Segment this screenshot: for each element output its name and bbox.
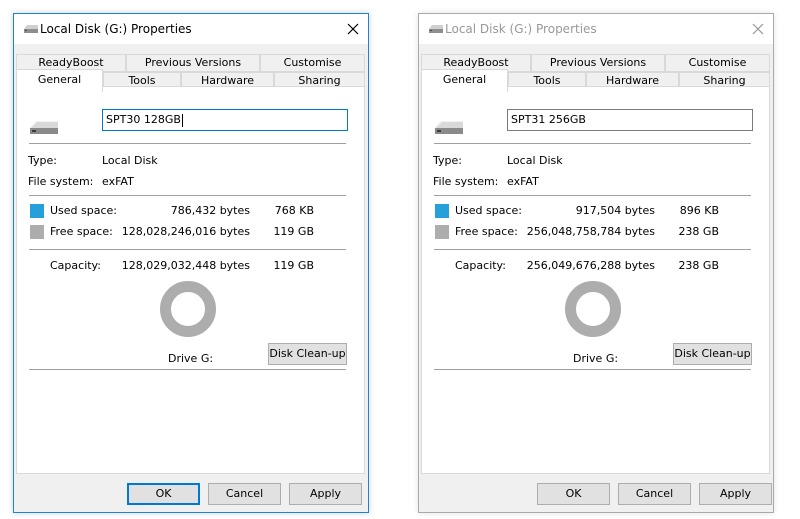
type-value: Local Disk <box>507 154 563 167</box>
drive-icon <box>429 25 443 33</box>
used-space-label: Used space: <box>50 204 118 217</box>
close-icon <box>347 23 359 35</box>
volume-label-input[interactable]: SPT31 256GB <box>507 109 753 131</box>
free-space-label: Free space: <box>50 225 113 238</box>
separator <box>29 195 346 196</box>
disk-usage-donut-chart <box>160 281 216 337</box>
file-system-value: exFAT <box>507 175 539 188</box>
volume-label-input[interactable]: SPT30 128GB <box>102 109 348 131</box>
tab-previous-versions[interactable]: Previous Versions <box>126 54 260 72</box>
separator <box>434 195 751 196</box>
properties-window-spt30: Local Disk (G:) Properties ReadyBoost Pr… <box>13 13 369 513</box>
free-space-size: 238 GB <box>678 225 719 238</box>
used-space-size: 896 KB <box>679 204 719 217</box>
used-space-label: Used space: <box>455 204 523 217</box>
apply-button[interactable]: Apply <box>289 483 362 505</box>
used-space-swatch <box>435 204 449 218</box>
separator <box>29 249 346 250</box>
capacity-bytes: 256,049,676,288 bytes <box>526 259 655 272</box>
disk-cleanup-button[interactable]: Disk Clean-up <box>268 343 347 365</box>
capacity-label: Capacity: <box>50 259 101 272</box>
free-space-bytes: 256,048,758,784 bytes <box>526 225 655 238</box>
drive-label: Drive G: <box>168 352 214 365</box>
cancel-button[interactable]: Cancel <box>618 483 691 505</box>
capacity-size: 238 GB <box>678 259 719 272</box>
volume-label-text: SPT31 256GB <box>511 113 586 126</box>
free-space-swatch <box>435 225 449 239</box>
file-system-label: File system: <box>28 175 94 188</box>
file-system-label: File system: <box>433 175 499 188</box>
properties-window-spt31: Local Disk (G:) Properties ReadyBoost Pr… <box>418 13 774 513</box>
used-space-bytes: 917,504 bytes <box>575 204 655 217</box>
disk-cleanup-button[interactable]: Disk Clean-up <box>673 343 752 365</box>
separator <box>29 143 346 144</box>
capacity-label: Capacity: <box>455 259 506 272</box>
close-icon <box>752 23 764 35</box>
free-space-bytes: 128,028,246,016 bytes <box>121 225 250 238</box>
disk-usage-donut-chart <box>565 281 621 337</box>
title-bar[interactable]: Local Disk (G:) Properties <box>419 14 773 44</box>
used-space-size: 768 KB <box>274 204 314 217</box>
ok-button[interactable]: OK <box>127 483 200 505</box>
capacity-size: 119 GB <box>273 259 314 272</box>
separator <box>434 369 751 370</box>
type-label: Type: <box>28 154 57 167</box>
drive-icon <box>30 121 58 134</box>
type-value: Local Disk <box>102 154 158 167</box>
tab-general[interactable]: General <box>16 69 103 92</box>
drive-icon <box>24 25 38 33</box>
used-space-bytes: 786,432 bytes <box>170 204 250 217</box>
apply-button[interactable]: Apply <box>699 483 772 505</box>
title-bar[interactable]: Local Disk (G:) Properties <box>14 14 368 44</box>
used-space-swatch <box>30 204 44 218</box>
tab-general[interactable]: General <box>421 69 508 92</box>
window-title: Local Disk (G:) Properties <box>445 22 597 36</box>
drive-label: Drive G: <box>573 352 619 365</box>
capacity-bytes: 128,029,032,448 bytes <box>121 259 250 272</box>
free-space-label: Free space: <box>455 225 518 238</box>
ok-button[interactable]: OK <box>537 483 610 505</box>
type-label: Type: <box>433 154 462 167</box>
text-caret <box>181 113 183 127</box>
close-button[interactable] <box>743 14 773 44</box>
cancel-button[interactable]: Cancel <box>208 483 281 505</box>
tab-previous-versions[interactable]: Previous Versions <box>531 54 665 72</box>
window-title: Local Disk (G:) Properties <box>40 22 192 36</box>
drive-icon <box>435 121 463 134</box>
volume-label-text: SPT30 128GB <box>106 113 181 126</box>
close-button[interactable] <box>338 14 368 44</box>
separator <box>29 369 346 370</box>
tab-customise[interactable]: Customise <box>260 54 365 72</box>
tab-customise[interactable]: Customise <box>665 54 770 72</box>
separator <box>434 249 751 250</box>
free-space-size: 119 GB <box>273 225 314 238</box>
free-space-swatch <box>30 225 44 239</box>
separator <box>434 143 751 144</box>
file-system-value: exFAT <box>102 175 134 188</box>
